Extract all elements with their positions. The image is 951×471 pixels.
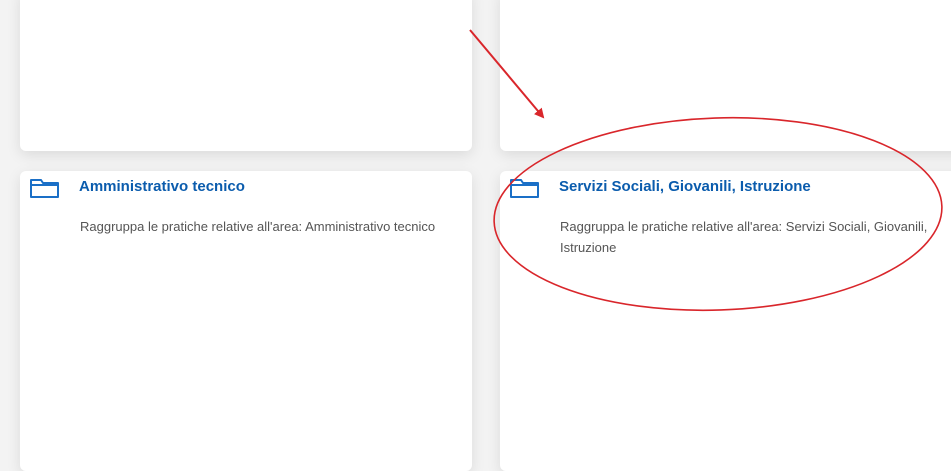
category-card[interactable]: Servizi Sociali, Giovanili, Istruzione R… bbox=[500, 171, 951, 471]
category-title-link[interactable]: Amministrativo tecnico bbox=[79, 177, 245, 197]
category-title-link[interactable]: Servizi Sociali, Giovanili, Istruzione bbox=[559, 177, 811, 197]
category-card-empty-right bbox=[500, 0, 951, 151]
folder-icon bbox=[509, 176, 540, 200]
card-header: Servizi Sociali, Giovanili, Istruzione bbox=[509, 176, 811, 200]
card-header: Amministrativo tecnico bbox=[29, 176, 245, 200]
folder-icon bbox=[29, 176, 60, 200]
category-card-empty-left bbox=[20, 0, 472, 151]
category-description: Raggruppa le pratiche relative all'area:… bbox=[560, 219, 928, 255]
category-card[interactable]: Amministrativo tecnico Raggruppa le prat… bbox=[20, 171, 472, 471]
category-description: Raggruppa le pratiche relative all'area:… bbox=[80, 219, 436, 234]
